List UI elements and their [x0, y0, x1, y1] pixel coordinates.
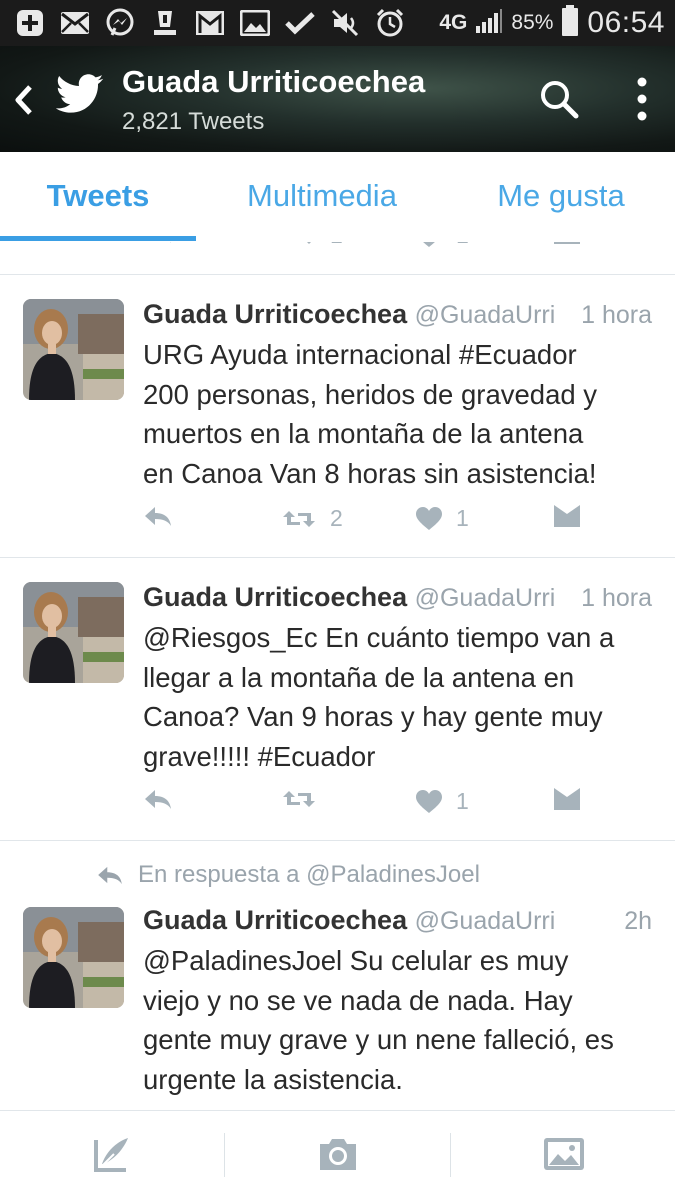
retweet-icon: [283, 791, 315, 807]
like-button[interactable]: 1: [416, 242, 469, 249]
tweet-time: 2h: [624, 907, 652, 935]
camera-button[interactable]: [308, 1129, 368, 1179]
compose-toolbar: [0, 1110, 675, 1201]
like-count: 1: [456, 242, 469, 249]
signal-icon: [475, 8, 503, 38]
tweet-text: URG Ayuda internacional #Ecuador 200 per…: [143, 339, 598, 489]
more-options-button[interactable]: [628, 74, 656, 124]
dm-icon: [554, 242, 580, 244]
photo-gallery-button[interactable]: [534, 1129, 594, 1179]
author-handle: @GuadaUrri: [414, 584, 556, 612]
plus-box-icon: [14, 7, 46, 39]
retweet-button[interactable]: [282, 788, 330, 810]
tweet-text: @PaladinesJoel Su celular es muy viejo y…: [143, 945, 614, 1095]
reply-to-label: En respuesta a @PaladinesJoel: [138, 861, 480, 888]
author-name: Guada Urriticoechea: [143, 905, 408, 935]
reply-icon: [145, 790, 171, 809]
like-button[interactable]: 1: [416, 505, 469, 532]
tab-tweets[interactable]: Tweets: [0, 152, 196, 240]
author-handle: @GuadaUrri: [414, 301, 556, 329]
retweet-count: 2: [330, 505, 343, 531]
reply-button[interactable]: [143, 788, 173, 810]
status-bar: 4G 85% 06:54: [0, 0, 675, 46]
more-vert-icon: [637, 77, 647, 121]
battery-percent: 85%: [511, 11, 554, 34]
network-type: 4G: [439, 11, 468, 34]
direct-message-button[interactable]: [554, 505, 580, 527]
heart-icon: [416, 506, 442, 530]
direct-message-button[interactable]: [554, 788, 580, 810]
author-name: Guada Urriticoechea: [143, 299, 408, 329]
reply-button[interactable]: [143, 505, 173, 527]
avatar[interactable]: [23, 907, 124, 1008]
reply-icon: [145, 507, 171, 526]
tweet-text: @Riesgos_Ec En cuánto tiempo van a llega…: [143, 622, 615, 772]
avatar[interactable]: [23, 299, 124, 400]
tweet-actions: 2 1: [0, 505, 675, 545]
chevron-left-icon: [15, 85, 32, 115]
retweet-icon: [283, 510, 315, 527]
author-handle: @GuadaUrri: [414, 907, 556, 935]
clock: 06:54: [587, 6, 665, 39]
like-count: 1: [456, 505, 469, 531]
partial-tweet-actions: 1 1: [0, 242, 675, 252]
retweet-count: 1: [330, 242, 343, 249]
tweet-time: 1 hora: [581, 584, 652, 612]
author-name: Guada Urriticoechea: [143, 582, 408, 612]
search-icon: [541, 81, 579, 119]
compose-tweet-button[interactable]: [82, 1129, 142, 1179]
profile-tabs: Tweets Multimedia Me gusta: [0, 152, 675, 243]
tab-likes[interactable]: Me gusta: [470, 152, 652, 240]
tweet-time: 1 hora: [581, 301, 652, 329]
tweet-item[interactable]: Guada Urriticoechea @GuadaUrri 1 hora @R…: [0, 557, 675, 840]
tweet-author[interactable]: Guada Urriticoechea @GuadaUrri: [143, 905, 555, 936]
image-icon: [239, 7, 271, 39]
back-button[interactable]: [10, 80, 38, 120]
heart-icon: [423, 242, 435, 247]
gmail-icon: [194, 7, 226, 39]
heart-icon: [416, 789, 442, 813]
reply-button[interactable]: [143, 242, 173, 244]
profile-header: Guada Urriticoechea 2,821 Tweets: [0, 46, 675, 152]
alarm-icon: [374, 7, 406, 39]
check-icon: [284, 7, 316, 39]
retweet-button[interactable]: 2: [282, 505, 343, 532]
tweet-item[interactable]: En respuesta a @PaladinesJoel Guada Urri…: [0, 840, 675, 1110]
tweet-count: 2,821 Tweets: [122, 108, 265, 135]
battery-icon: [561, 5, 579, 41]
toolbar-divider: [224, 1133, 225, 1177]
tweet-feed[interactable]: 1 1 Guada Urriticoechea: [0, 242, 675, 1110]
camera-icon: [320, 1139, 356, 1170]
retweet-button[interactable]: 1: [282, 242, 343, 249]
messenger-icon: [104, 7, 136, 39]
twitter-logo-icon: [55, 74, 104, 122]
like-count: 1: [456, 788, 469, 814]
mute-icon: [329, 7, 361, 39]
tweet-author[interactable]: Guada Urriticoechea @GuadaUrri: [143, 582, 555, 613]
tweet-actions: 1: [0, 788, 675, 828]
reply-icon: [155, 242, 171, 243]
like-button[interactable]: 1: [416, 788, 469, 815]
profile-name: Guada Urriticoechea: [122, 64, 426, 99]
tab-multimedia[interactable]: Multimedia: [212, 152, 432, 240]
compose-icon: [94, 1138, 128, 1172]
dm-icon: [554, 505, 580, 527]
dm-icon: [554, 788, 580, 810]
tweet-item[interactable]: Guada Urriticoechea @GuadaUrri 1 hora UR…: [0, 274, 675, 557]
direct-message-button[interactable]: [554, 242, 580, 244]
upload-icon: [149, 7, 181, 39]
reply-icon: [98, 866, 122, 885]
retweet-icon: [307, 242, 311, 244]
mail-icon: [59, 7, 91, 39]
search-button[interactable]: [536, 76, 582, 122]
reply-context[interactable]: En respuesta a @PaladinesJoel: [96, 861, 480, 889]
tweet-author[interactable]: Guada Urriticoechea @GuadaUrri: [143, 299, 555, 330]
active-tab-indicator: [0, 236, 196, 241]
toolbar-divider: [450, 1133, 451, 1177]
photo-icon: [544, 1138, 584, 1170]
avatar[interactable]: [23, 582, 124, 683]
